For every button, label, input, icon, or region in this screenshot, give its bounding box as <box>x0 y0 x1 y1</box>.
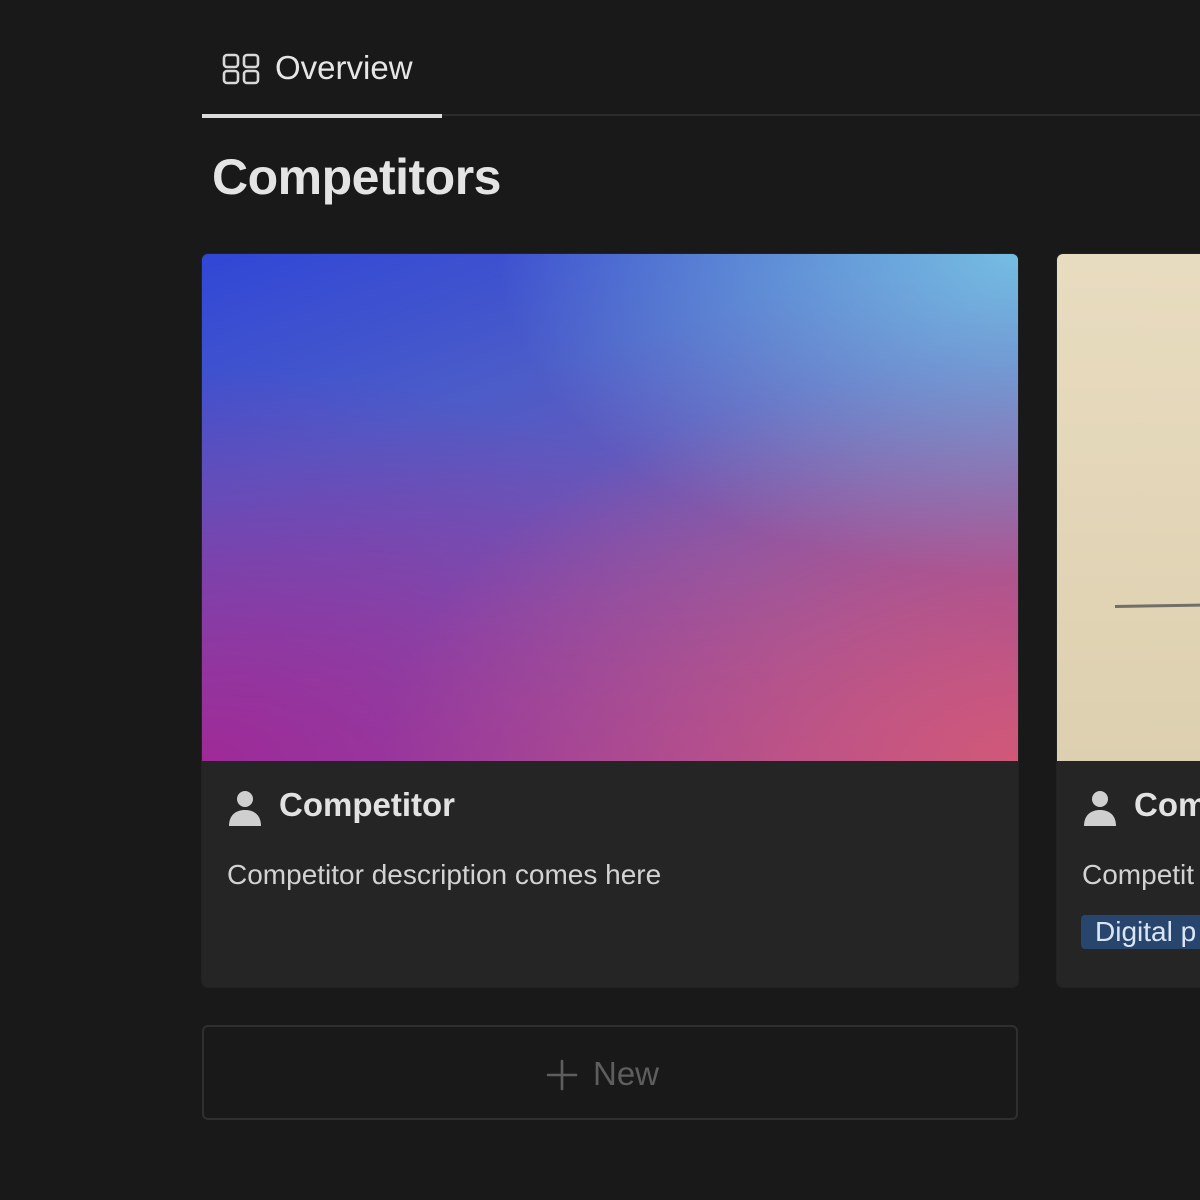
app-root: Overview Competitors Competitor Competit… <box>0 0 1200 1200</box>
gallery-card[interactable]: Com Competit Digital p <box>1057 254 1200 987</box>
card-title: Com <box>1134 786 1200 823</box>
card-cover-image <box>202 254 1018 761</box>
card-description: Competit <box>1082 859 1195 890</box>
person-icon <box>1084 791 1116 826</box>
gallery-grid-icon <box>222 53 260 85</box>
new-item-button[interactable]: New <box>202 1025 1018 1120</box>
cover-ink-stroke <box>1114 602 1200 609</box>
person-icon <box>229 791 261 826</box>
plus-icon <box>546 1059 578 1091</box>
card-description: Competitor description comes here <box>227 859 662 890</box>
card-cover-image <box>1057 254 1200 761</box>
page-title: Competitors <box>212 149 501 205</box>
gallery-card[interactable]: Competitor Competitor description comes … <box>202 254 1018 987</box>
card-title: Competitor <box>279 786 455 823</box>
tab-overview[interactable]: Overview <box>202 0 442 118</box>
new-button-label: New <box>593 1055 660 1092</box>
card-tag: Digital p <box>1081 915 1200 949</box>
view-tab-bar: Overview <box>202 0 1200 118</box>
tab-overview-label: Overview <box>275 49 413 86</box>
